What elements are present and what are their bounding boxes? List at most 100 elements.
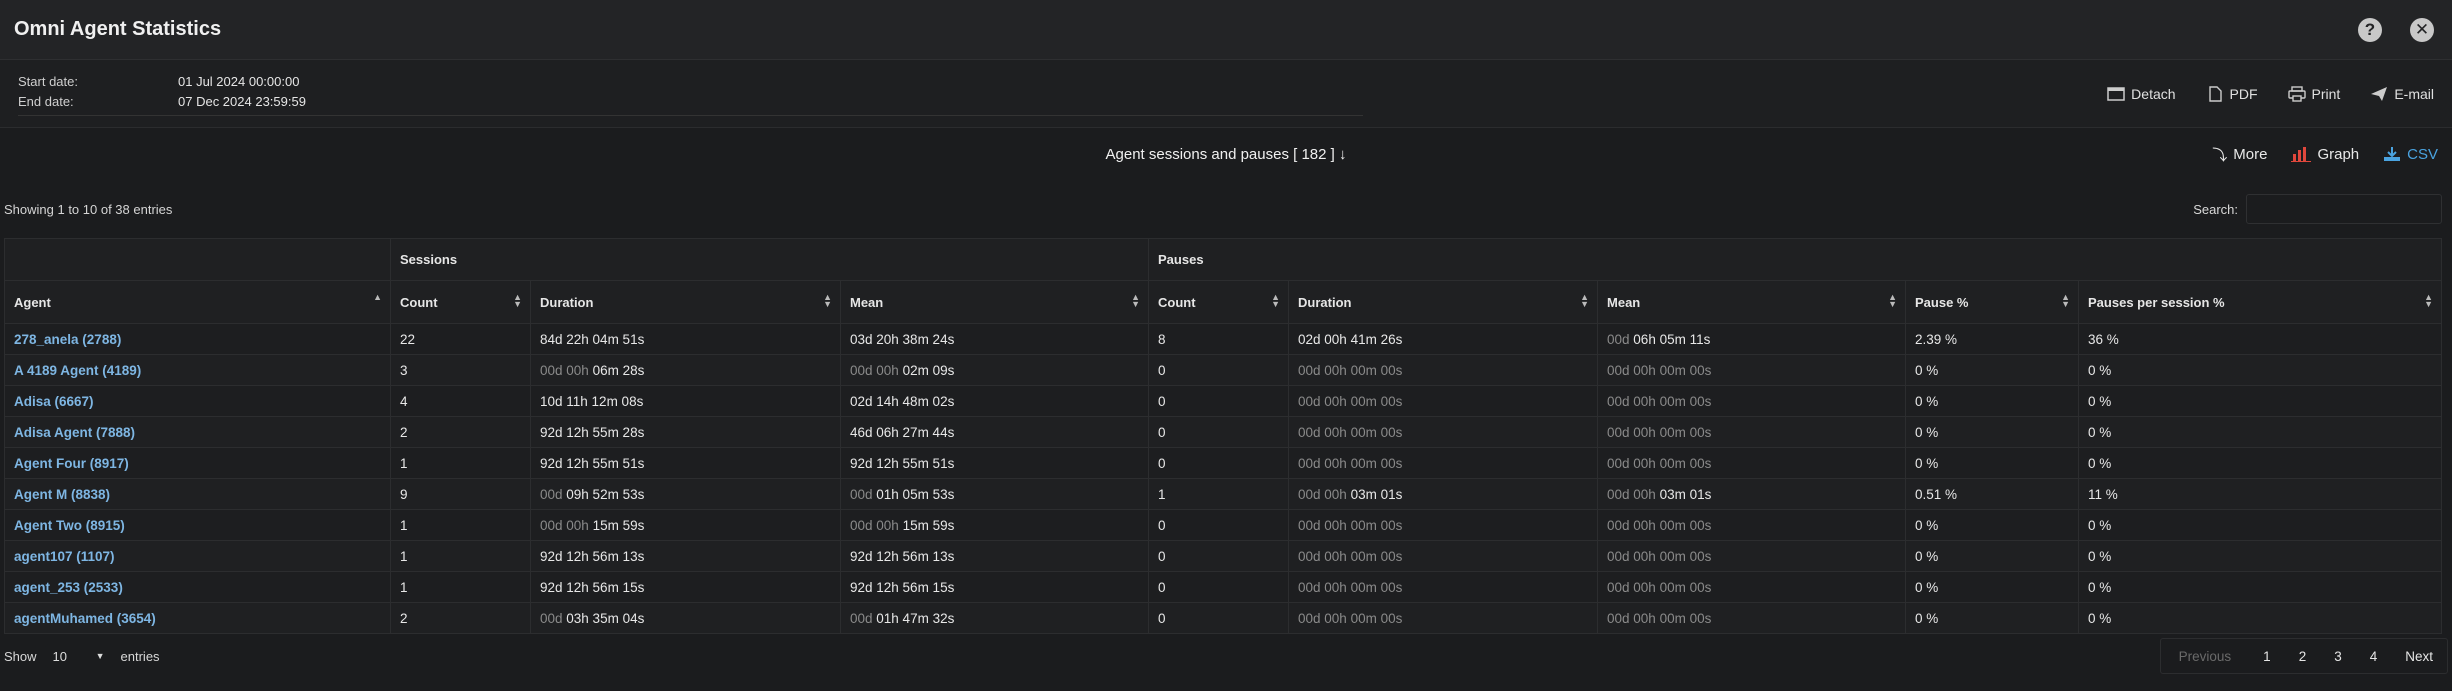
duration-zero-part: 00d 00h: [1607, 486, 1660, 502]
cell-sessions-count: 1: [390, 540, 531, 572]
agent-link[interactable]: Agent Two (8915): [14, 518, 125, 533]
caret-down-icon: ▼: [95, 651, 105, 661]
agent-link[interactable]: Adisa Agent (7888): [14, 425, 135, 440]
entries-label: entries: [120, 648, 160, 664]
agent-link[interactable]: Adisa (6667): [14, 394, 94, 409]
agent-link[interactable]: 278_anela (2788): [14, 332, 121, 347]
page-button[interactable]: 1: [2249, 639, 2285, 673]
cell-value: 0 %: [2088, 424, 2112, 440]
column-header-agent[interactable]: Agent ▲: [4, 280, 391, 324]
duration-zero-part: 00d 00h 00m 00s: [1607, 579, 1712, 595]
cell-pauses-duration: 00d 00h 00m 00s: [1288, 602, 1599, 634]
pdf-icon: [2208, 85, 2222, 102]
column-header-label: Pauses per session %: [2088, 294, 2225, 310]
column-header-pause-pct[interactable]: Pause % ▲ ▼: [1905, 280, 2080, 324]
column-header-pauses-mean[interactable]: Mean ▲ ▼: [1597, 280, 1907, 324]
column-header-sessions-duration[interactable]: Duration ▲ ▼: [530, 280, 841, 324]
cell-pauses-per-session: 0 %: [2078, 416, 2443, 448]
sort-asc-icon: ▲: [373, 292, 382, 302]
cell-pause-pct: 0 %: [1905, 540, 2080, 572]
duration-value-part: 03h 35m 04s: [566, 610, 645, 626]
column-header-pauses-duration[interactable]: Duration ▲ ▼: [1288, 280, 1599, 324]
cell-sessions-count: 3: [390, 354, 531, 386]
cell-sessions-count: 22: [390, 323, 531, 355]
search: Search:: [2193, 194, 2442, 224]
search-input[interactable]: [2246, 194, 2442, 224]
cell-value: 0 %: [2088, 455, 2112, 471]
cell-pauses-per-session: 36 %: [2078, 323, 2443, 355]
report-header: Agent sessions and pauses [ 182 ] ↓ ⤵ Mo…: [0, 128, 2452, 180]
email-button[interactable]: E-mail: [2370, 86, 2434, 102]
cell-sessions-mean: 03d 20h 38m 24s: [839, 323, 1150, 355]
duration-zero-part: 00d 00h: [1298, 486, 1351, 502]
cell-sessions-count: 1: [390, 571, 531, 603]
agent-link[interactable]: A 4189 Agent (4189): [14, 363, 141, 378]
cell-sessions-count: 2: [390, 416, 531, 448]
group-header-sessions: Sessions: [389, 238, 1150, 281]
download-icon: [2384, 147, 2401, 161]
previous-page-button[interactable]: Previous: [2161, 639, 2250, 673]
graph-button[interactable]: Graph: [2291, 144, 2359, 165]
agent-link[interactable]: agent107 (1107): [14, 549, 115, 564]
title-bar: Omni Agent Statistics ? ✕: [0, 0, 2452, 60]
duration-value-part: 09h 52m 53s: [566, 486, 645, 502]
page-length-select[interactable]: 10 ▼: [44, 644, 113, 668]
sort-icon: ▲ ▼: [1580, 292, 1590, 309]
csv-button[interactable]: CSV: [2383, 144, 2438, 165]
cell-pause-pct: 0 %: [1905, 447, 2080, 479]
duration-zero-part: 00d 00h 00m 00s: [1607, 548, 1712, 564]
next-page-button[interactable]: Next: [2391, 639, 2447, 673]
duration-zero-part: 00d: [1607, 331, 1634, 347]
cell-agent: Agent Four (8917): [4, 447, 391, 479]
duration-zero-part: 00d: [850, 610, 877, 626]
column-header-pauses-per-session[interactable]: Pauses per session % ▲ ▼: [2078, 280, 2443, 324]
sort-icon: ▲ ▼: [2061, 292, 2071, 309]
column-header-pauses-count[interactable]: Count ▲ ▼: [1148, 280, 1290, 324]
page-button[interactable]: 2: [2285, 639, 2321, 673]
cell-value: 0: [1158, 610, 1166, 626]
duration-zero-part: 00d 00h 00m 00s: [1298, 548, 1403, 564]
cell-value: 0 %: [2088, 610, 2112, 626]
cell-value: 0 %: [1915, 424, 1939, 440]
page-button[interactable]: 3: [2320, 639, 2356, 673]
column-header-label: Mean: [1607, 294, 1641, 310]
agent-link[interactable]: agentMuhamed (3654): [14, 611, 156, 626]
cell-value: 0: [1158, 455, 1166, 471]
close-icon[interactable]: ✕: [2410, 17, 2434, 42]
print-button[interactable]: Print: [2287, 86, 2340, 102]
cell-sessions-mean: 00d 01h 05m 53s: [839, 478, 1150, 510]
pdf-button[interactable]: PDF: [2206, 86, 2258, 102]
cell-value: 0: [1158, 424, 1166, 440]
table-row: agentMuhamed (3654) 2 00d 03h 35m 04s 00d 0…: [4, 602, 2443, 634]
cell-sessions-count: 9: [390, 478, 531, 510]
page-button[interactable]: 4: [2356, 639, 2392, 673]
table-row: Agent Two (8915) 1 00d 00h 15m 59s 00d 00h …: [4, 509, 2443, 541]
agent-link[interactable]: agent_253 (2533): [14, 580, 123, 595]
cell-sessions-mean: 92d 12h 55m 51s: [839, 447, 1150, 479]
duration-value-part: 02m 09s: [902, 362, 955, 378]
agent-link[interactable]: Agent M (8838): [14, 487, 110, 502]
app-title: Omni Agent Statistics: [14, 18, 222, 40]
agent-link[interactable]: Agent Four (8917): [14, 456, 129, 471]
duration-value-part: 01h 05m 53s: [876, 486, 955, 502]
cell-pauses-mean: 00d 00h 00m 00s: [1597, 602, 1907, 634]
duration-value-part: 92d 12h 56m 15s: [540, 579, 645, 595]
stats-table: Sessions Pauses Agent ▲ Count ▲ ▼ Duration ▲ ▼ M…: [4, 238, 2443, 634]
cell-sessions-duration: 10d 11h 12m 08s: [530, 385, 841, 417]
cell-pauses-per-session: 0 %: [2078, 602, 2443, 634]
arrow-down-icon[interactable]: ↓: [1339, 146, 1347, 163]
more-button[interactable]: ⤵ More: [2212, 144, 2267, 165]
duration-zero-part: 00d 00h 00m 00s: [1298, 517, 1403, 533]
column-header-sessions-count[interactable]: Count ▲ ▼: [390, 280, 531, 324]
pagination: Previous 1 2 3 4 Next: [2159, 638, 2448, 674]
search-label: Search:: [2193, 201, 2238, 217]
table-row: A 4189 Agent (4189) 3 00d 00h 06m 28s 00d 0…: [4, 354, 2443, 386]
help-icon[interactable]: ?: [2358, 17, 2382, 42]
detach-button[interactable]: Detach: [2107, 86, 2176, 102]
cell-value: 9: [400, 486, 408, 502]
column-header-sessions-mean[interactable]: Mean ▲ ▼: [839, 280, 1150, 324]
cell-sessions-count: 2: [390, 602, 531, 634]
cell-pauses-per-session: 0 %: [2078, 354, 2443, 386]
cell-pauses-mean: 00d 00h 00m 00s: [1597, 354, 1907, 386]
report-title: Agent sessions and pauses [ 182 ]: [1105, 145, 1335, 163]
